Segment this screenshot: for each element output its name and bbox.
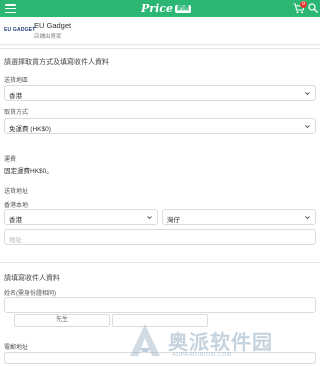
region-label: 送貨地區 xyxy=(4,78,29,84)
site-logo[interactable]: Price 網購 xyxy=(141,1,191,16)
fee-label: 運費 xyxy=(4,157,17,163)
delivery-section-title: 請選擇取貨方式及填寫收件人資料 xyxy=(4,59,109,66)
region-select-value: 香港 xyxy=(9,93,22,100)
delivery-method-select[interactable]: 免運費 (HK$0) xyxy=(4,118,316,134)
method-label: 取貨方式 xyxy=(4,110,29,116)
shop-logo: EU GADGET xyxy=(4,27,36,33)
top-bar: Price 網購 0 xyxy=(0,0,320,17)
delivery-method-value: 免運費 (HK$0) xyxy=(9,126,51,133)
watermark: 奥派软件园 AUPAIRUNION.COM xyxy=(128,322,318,362)
search-icon[interactable] xyxy=(308,3,318,13)
divider xyxy=(0,48,320,49)
region-select[interactable]: 香港 xyxy=(4,85,316,101)
cart-icon[interactable]: 0 xyxy=(293,1,307,14)
district-select[interactable]: 灣仔 xyxy=(162,209,316,225)
address-label: 送貨地址 xyxy=(4,189,29,195)
address-input[interactable]: 地址 xyxy=(4,229,316,245)
district-select-value: 灣仔 xyxy=(167,217,180,224)
shop-subtitle: 店舖由賣家 xyxy=(34,34,62,40)
watermark-text: 奥派软件园 xyxy=(168,332,273,354)
chevron-down-icon xyxy=(305,124,310,129)
logo-text: Price xyxy=(141,2,173,15)
area-select-value: 香港 xyxy=(9,217,22,224)
menu-icon[interactable] xyxy=(5,3,16,14)
chevron-down-icon xyxy=(147,215,152,220)
cart-count-badge: 0 xyxy=(300,1,307,8)
chevron-down-icon xyxy=(305,215,310,220)
area-select[interactable]: 香港 xyxy=(4,209,158,225)
watermark-subtext: AUPAIRUNION.COM xyxy=(172,352,232,358)
name-input[interactable] xyxy=(4,297,316,313)
watermark-logo-icon xyxy=(130,324,160,356)
chevron-down-icon xyxy=(305,91,310,96)
recipient-section-title: 請填寫收件人資料 xyxy=(4,275,60,282)
sub-region-label: 香港本地 xyxy=(4,203,29,209)
title-mr-button[interactable]: 先生 xyxy=(14,314,110,327)
logo-badge: 網購 xyxy=(174,4,191,13)
fee-value: 固定運費HK$0。 xyxy=(4,168,53,175)
email-label: 電郵地址 xyxy=(4,345,29,351)
address-placeholder: 地址 xyxy=(9,237,22,244)
shop-info[interactable]: EU GADGET EU Gadget 店舖由賣家 xyxy=(0,17,320,45)
shop-name: EU Gadget xyxy=(34,21,72,30)
name-label: 姓名(需身份證相同) xyxy=(4,291,56,297)
divider xyxy=(0,262,320,263)
